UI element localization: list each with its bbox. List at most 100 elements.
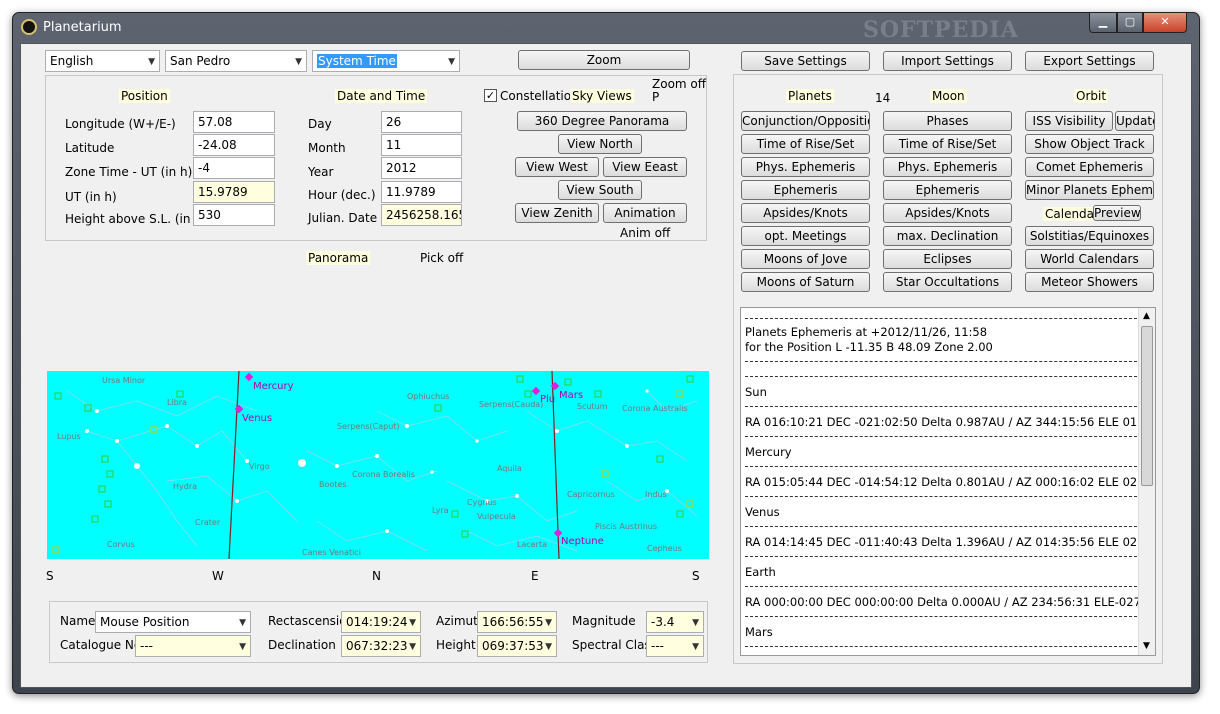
azimuth-select[interactable]: 166:56:55 ▼ [477,611,557,633]
window-title: Planetarium [43,20,122,35]
dec-select[interactable]: 067:32:23 ▼ [341,635,421,657]
zoom-button[interactable]: Zoom [518,50,690,70]
body-data-earth: RA 000:00:00 DEC 000:00:00 Delta 0.000AU… [745,595,1156,609]
chevron-down-icon: ▼ [545,618,552,628]
opt-meetings-button[interactable]: opt. Meetings [741,226,870,246]
month-input[interactable]: 11 [381,134,462,156]
constellation-name-cygnus: Cygnus [467,498,497,507]
animation-button[interactable]: Animation [603,203,687,223]
venus-marker[interactable] [234,404,244,414]
panorama-360-button[interactable]: 360 Degree Panorama [517,111,687,131]
close-button[interactable]: ✕ [1143,13,1187,33]
object-height-label: Height [436,638,476,652]
panorama-label: Panorama [306,251,371,265]
compass-w: W [212,569,224,583]
scroll-thumb[interactable] [1141,326,1153,486]
planet-apsides-button[interactable]: Apsides/Knots [741,203,870,223]
conjunction-opposition-button[interactable]: Conjunction/Opposition [741,111,870,131]
moon-apsides-button[interactable]: Apsides/Knots [883,203,1012,223]
import-settings-button[interactable]: Import Settings [883,51,1012,71]
solstitias-equinoxes-button[interactable]: Solstitias/Equinoxes [1025,226,1154,246]
day-input[interactable]: 26 [381,111,462,133]
julian-input[interactable]: 2456258.1658 [381,204,462,226]
export-settings-button[interactable]: Export Settings [1025,51,1154,71]
iss-visibility-button[interactable]: ISS Visibility [1025,111,1113,131]
save-settings-button[interactable]: Save Settings [741,51,870,71]
moon-ephemeris-button[interactable]: Ephemeris [883,180,1012,200]
ut-input[interactable]: 15.9789 [193,181,275,203]
language-select[interactable]: English ▼ [45,50,160,72]
catalogue-select[interactable]: --- ▼ [135,635,251,657]
pluto-marker[interactable] [531,386,541,396]
max-declination-button[interactable]: max. Declination [883,226,1012,246]
p-label: P [652,90,660,104]
moons-of-saturn-button[interactable]: Moons of Saturn [741,272,870,292]
chevron-down-icon: ▼ [409,642,416,652]
name-select[interactable]: Mouse Position ▼ [95,611,251,633]
eclipses-button[interactable]: Eclipses [883,249,1012,269]
mercury-marker[interactable] [244,372,254,382]
time-mode-value: System Time [317,54,397,68]
planet-phys-ephemeris-button[interactable]: Phys. Ephemeris [741,157,870,177]
chevron-down-icon: ▼ [148,57,155,67]
body-name-venus: Venus [745,505,780,519]
star-occultations-button[interactable]: Star Occultations [883,272,1012,292]
comet-ephemeris-button[interactable]: Comet Ephemeris [1025,157,1154,177]
ra-select[interactable]: 014:19:24 ▼ [341,611,421,633]
meteor-showers-button[interactable]: Meteor Showers [1025,272,1154,292]
scroll-down-arrow-icon[interactable]: ▼ [1143,641,1150,651]
minimize-button[interactable]: ▁ [1089,13,1117,33]
mercury-label: Mercury [253,381,294,392]
magnitude-select[interactable]: -3.4 ▼ [646,611,704,633]
scroll-up-arrow-icon[interactable]: ▲ [1143,311,1150,321]
preview-button[interactable]: Preview [1093,205,1141,221]
moon-phys-ephemeris-button[interactable]: Phys. Ephemeris [883,157,1012,177]
maximize-button[interactable]: ▢ [1117,13,1143,33]
show-object-track-button[interactable]: Show Object Track [1025,134,1154,154]
spectral-label: Spectral Class [572,638,657,652]
view-east-button[interactable]: View Eeast [603,157,687,177]
magnitude-value: -3.4 [651,615,675,629]
constellation-name-scutum: Scutum [577,402,608,411]
zone-input[interactable]: -4 [193,157,275,179]
constellations-checkbox[interactable]: ✓ [484,89,497,102]
planet-rise-set-button[interactable]: Time of Rise/Set [741,134,870,154]
longitude-input[interactable]: 57.08 [193,111,275,133]
chevron-down-icon: ▼ [545,642,552,652]
location-select[interactable]: San Pedro ▼ [165,50,307,72]
azimuth-label: Azimutl [436,614,482,628]
object-height-select[interactable]: 069:37:53 ▼ [477,635,557,657]
constellation-name-lacerta: Lacerta [517,540,547,549]
output-scrollbar[interactable]: ▲ ▼ [1138,308,1155,655]
planets-title: Planets [786,89,834,103]
constellation-name-corvus: Corvus [107,540,135,549]
output-header-line2: for the Position L -11.35 B 48.09 Zone 2… [745,340,993,354]
moon-phases-button[interactable]: Phases [883,111,1012,131]
orbit-title: Orbit [1074,89,1109,103]
update-button[interactable]: Update [1115,111,1155,131]
view-zenith-button[interactable]: View Zenith [515,203,599,223]
view-west-button[interactable]: View West [515,157,599,177]
latitude-label: Latitude [65,141,115,155]
view-south-button[interactable]: View South [558,180,642,200]
year-input[interactable]: 2012 [381,157,462,179]
view-north-button[interactable]: View North [558,134,642,154]
moon-rise-set-button[interactable]: Time of Rise/Set [883,134,1012,154]
latitude-input[interactable]: -24.08 [193,134,275,156]
planet-ephemeris-button[interactable]: Ephemeris [741,180,870,200]
height-input[interactable]: 530 [193,204,275,226]
time-mode-select[interactable]: System Time ▼ [312,50,460,72]
world-calendars-button[interactable]: World Calendars [1025,249,1154,269]
dec-label: Declination [268,638,336,652]
month-label: Month [308,141,346,155]
output-header-line1: Planets Ephemeris at +2012/11/26, 11:58 [745,325,988,339]
title-bar[interactable]: Planetarium SOFTPEDIA ▁ ▢ ✕ [13,13,1199,43]
pluto-label: Plu [540,394,555,405]
moons-of-jove-button[interactable]: Moons of Jove [741,249,870,269]
minor-planets-ephemeris-button[interactable]: Minor Planets Ephemeris [1025,180,1154,200]
constellation-name-piscis-austrinus: Piscis Austrinus [595,522,657,531]
hour-input[interactable]: 11.9789 [381,181,462,203]
sky-panorama[interactable]: Lupus Serpens(Caput) Ophiuchus Serpens(C… [47,371,709,559]
ephemeris-output[interactable]: Planets Ephemeris at +2012/11/26, 11:58 … [740,307,1156,656]
spectral-select[interactable]: --- ▼ [646,635,704,657]
